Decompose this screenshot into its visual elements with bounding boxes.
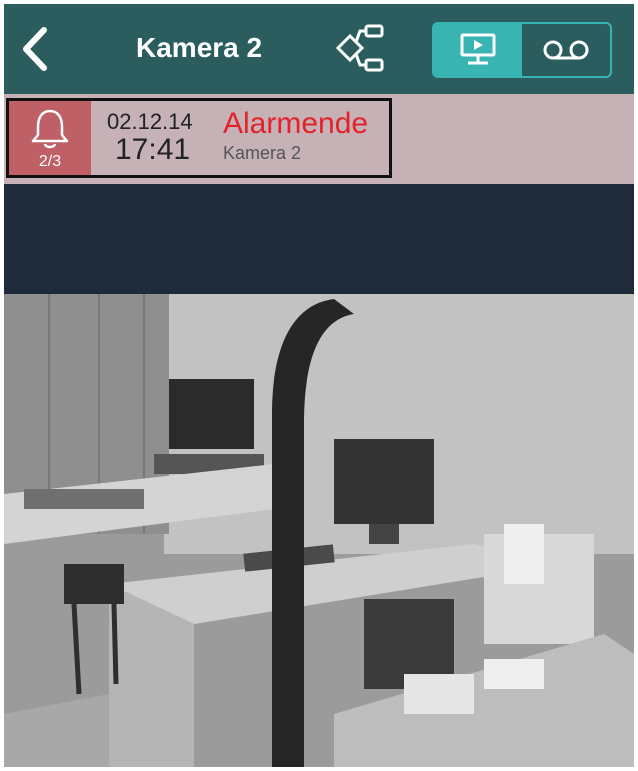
top-bar: Kamera 2 [4,4,634,94]
alarm-strip: 2/3 02.12.14 17:41 Alarmende Kamera 2 [4,94,634,184]
alarm-count: 2/3 [38,153,62,170]
app-screen: Kamera 2 2/3 02.12.14 17:41 Alarmende Ka… [4,4,634,767]
alarm-title: Alarmende [223,107,369,140]
tape-icon [543,40,589,60]
bell-icon [31,109,69,149]
camera-image [4,294,634,767]
view-toggle [432,22,612,78]
camera-feed[interactable] [4,294,634,767]
page-title: Kamera 2 [136,32,263,63]
recordings-button[interactable] [522,24,610,76]
alarm-item[interactable]: 2/3 02.12.14 17:41 Alarmende Kamera 2 [6,98,392,178]
hierarchy-icon [335,24,384,72]
toolbar-band [4,184,634,294]
back-button[interactable] [16,26,56,72]
hierarchy-button[interactable] [334,22,386,74]
alarm-time: 17:41 [115,133,191,166]
alarm-icon-cell: 2/3 [9,101,91,175]
alarm-camera: Kamera 2 [223,143,302,163]
live-view-button[interactable] [434,24,522,76]
chevron-left-icon [23,27,47,71]
monitor-play-icon [460,33,496,65]
alarm-date: 02.12.14 [107,109,193,134]
